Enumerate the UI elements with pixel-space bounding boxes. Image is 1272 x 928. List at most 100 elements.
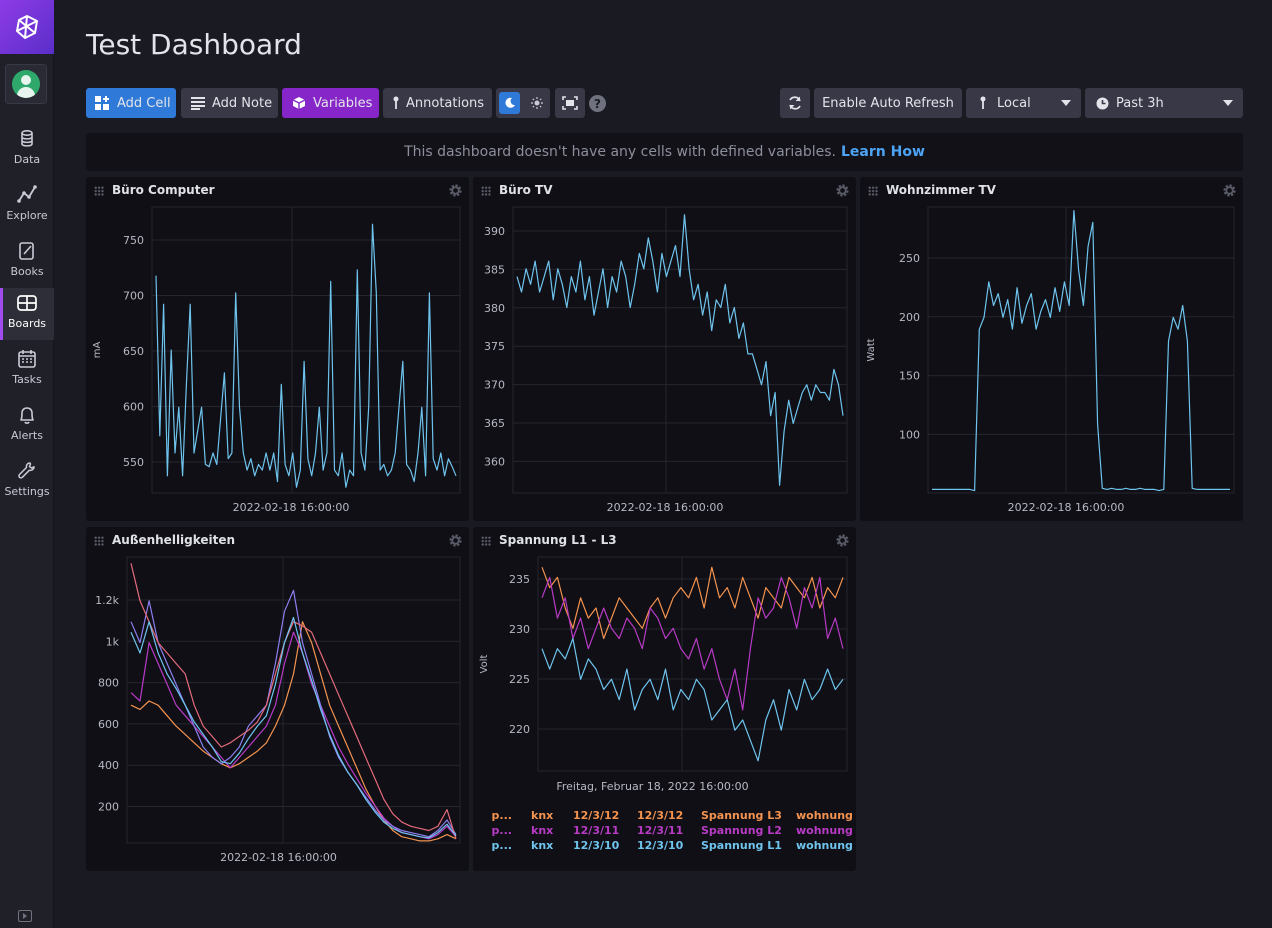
add-note-label: Add Note <box>212 95 273 111</box>
legend-cell: knx <box>531 839 554 852</box>
timezone-dropdown[interactable]: Local <box>966 88 1081 118</box>
series-line <box>932 209 1230 492</box>
sidebar-item-boards[interactable]: Boards <box>0 288 54 340</box>
timezone-pin-icon <box>975 96 991 110</box>
y-axis-label: Volt <box>479 654 490 673</box>
y-tick-label: 390 <box>484 225 505 238</box>
y-tick-label: 400 <box>98 759 119 772</box>
help-icon[interactable]: ? <box>589 95 606 112</box>
y-axis-label: mA <box>92 342 103 359</box>
sidebar-item-settings[interactable]: Settings <box>0 456 54 508</box>
legend-row[interactable]: sp... knx 12/3/10 12/3/10 Spannung L1 wohnung <box>491 839 853 854</box>
chart[interactable]: 250 200 150 100 2022-02-18 16:00:00 Watt <box>860 177 1243 521</box>
variables-button[interactable]: Variables <box>282 88 379 118</box>
time-range-value: Past 3h <box>1116 95 1164 111</box>
legend-cell: sp... <box>491 839 512 852</box>
add-cell-button[interactable]: Add Cell <box>86 88 176 118</box>
chart[interactable]: 1.2k 1k 800 600 400 200 2022-02-18 16:00:00 <box>86 527 469 871</box>
chart-legend: sp... knx 12/3/12 12/3/12 Spannung L3 wohnung… <box>491 809 853 859</box>
add-cell-icon <box>95 96 111 110</box>
theme-toggle[interactable] <box>496 88 550 118</box>
collapse-sidebar-icon[interactable] <box>18 910 32 922</box>
legend-cell: sp... <box>491 809 512 822</box>
user-avatar-button[interactable] <box>5 64 47 104</box>
avatar <box>12 70 40 98</box>
legend-cell: wohnung <box>796 824 853 837</box>
y-tick-label: 100 <box>899 428 920 441</box>
calendar-icon <box>18 350 36 368</box>
legend-cell: 12/3/12 <box>637 809 684 822</box>
legend-cell: knx <box>531 824 554 837</box>
y-tick-label: 250 <box>899 252 920 265</box>
auto-refresh-button[interactable]: Enable Auto Refresh <box>814 88 962 118</box>
y-tick-label: 1.2k <box>95 594 119 607</box>
annotation-pin-icon <box>392 96 400 110</box>
y-tick-label: 800 <box>98 677 119 690</box>
y-tick-label: 650 <box>123 345 144 358</box>
cube-icon <box>291 96 307 110</box>
legend-row[interactable]: sp... knx 12/3/11 12/3/11 Spannung L2 wohnung <box>491 824 853 839</box>
y-tick-label: 750 <box>123 234 144 247</box>
y-tick-label: 700 <box>123 290 144 303</box>
chart[interactable]: 750 700 650 600 550 2022-02-18 16:00:00 mA <box>86 177 469 521</box>
dashboard-cell[interactable]: Außenhelligkeiten 1.2k 1k 800 600 400 200 2022-… <box>86 527 469 871</box>
sidebar-item-tasks[interactable]: Tasks <box>0 344 54 396</box>
presentation-mode-button[interactable] <box>555 88 585 118</box>
legend-cell: 12/3/10 <box>573 839 620 852</box>
refresh-icon <box>789 96 801 110</box>
series-line <box>541 566 844 640</box>
plot-frame <box>512 206 848 494</box>
y-tick-label: 375 <box>484 340 505 353</box>
series-line <box>541 637 844 762</box>
moon-icon[interactable] <box>499 92 520 114</box>
y-tick-label: 360 <box>484 455 505 468</box>
annotations-label: Annotations <box>406 95 485 111</box>
sidebar-item-explore[interactable]: Explore <box>0 180 54 232</box>
legend-row[interactable]: sp... knx 12/3/12 12/3/12 Spannung L3 wohnung <box>491 809 853 824</box>
graph-icon <box>17 185 37 203</box>
legend-cell: wohnung <box>796 809 853 822</box>
dashboard-cell[interactable]: Büro TV 390 385 380 375 370 365 360 2022-02-18 1… <box>473 177 856 521</box>
page-title: Test Dashboard <box>86 28 302 61</box>
wrench-icon <box>18 462 35 479</box>
variables-label: Variables <box>313 95 373 111</box>
legend-cell: 12/3/12 <box>573 809 620 822</box>
y-tick-label: 225 <box>509 673 530 686</box>
bell-icon <box>20 407 34 424</box>
sidebar-item-label: Settings <box>4 485 50 498</box>
sidebar-item-alerts[interactable]: Alerts <box>0 400 54 452</box>
y-tick-label: 385 <box>484 263 505 276</box>
sidebar-item-data[interactable]: Data <box>0 124 54 176</box>
timezone-value: Local <box>997 95 1031 111</box>
chart[interactable]: 390 385 380 375 370 365 360 2022-02-18 16:00:00 <box>473 177 856 521</box>
dashboard-icon <box>17 295 37 311</box>
annotations-button[interactable]: Annotations <box>383 88 492 118</box>
legend-cell: Spannung L2 <box>701 824 782 837</box>
series-line <box>130 616 457 839</box>
y-tick-label: 220 <box>509 723 530 736</box>
chevron-down-icon <box>1061 100 1071 106</box>
influxdb-logo-icon[interactable] <box>0 0 54 54</box>
legend-cell: 12/3/11 <box>573 824 620 837</box>
y-tick-label: 1k <box>106 635 120 648</box>
refresh-button[interactable] <box>780 88 810 118</box>
dashboard-cell[interactable]: Büro Computer 750 700 650 600 550 2022-02-18 1… <box>86 177 469 521</box>
y-axis-label: Watt <box>866 338 877 361</box>
dashboard-cell[interactable]: Spannung L1 - L3 235 230 225 220 Freitag, Feb… <box>473 527 856 871</box>
sidebar-item-label: Tasks <box>12 373 42 386</box>
dashboard-cell[interactable]: Wohnzimmer TV 250 200 150 100 2022-02-18 16:0… <box>860 177 1243 521</box>
time-range-dropdown[interactable]: Past 3h <box>1085 88 1243 118</box>
add-note-button[interactable]: Add Note <box>181 88 278 118</box>
sidebar-item-label: Boards <box>7 317 47 330</box>
sidebar-item-label: Alerts <box>11 429 43 442</box>
y-tick-label: 600 <box>123 401 144 414</box>
series-line <box>130 563 457 839</box>
y-tick-label: 380 <box>484 302 505 315</box>
learn-how-link[interactable]: Learn How <box>841 144 925 160</box>
y-tick-label: 150 <box>899 370 920 383</box>
sidebar-item-books[interactable]: Books <box>0 236 54 288</box>
sun-icon[interactable] <box>526 92 547 114</box>
x-axis-label: 2022-02-18 16:00:00 <box>220 851 337 864</box>
y-tick-label: 600 <box>98 718 119 731</box>
legend-cell: knx <box>531 809 554 822</box>
